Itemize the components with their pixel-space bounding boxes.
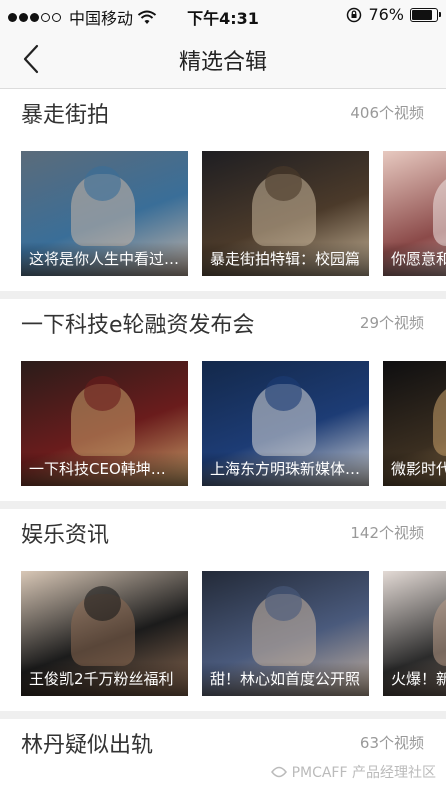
section-divider	[0, 291, 446, 299]
section-video-count: 29个视频	[359, 314, 424, 332]
page-title: 精选合辑	[178, 50, 267, 75]
video-caption: 上海东方明珠新媒体致辞	[202, 452, 369, 486]
collection-section: 一下科技e轮融资发布会 29个视频一下科技CEO韩坤发言 上海东方明珠新媒体致辞 微影…	[0, 299, 446, 501]
watermark: PMCAFF 产品经理社区	[270, 762, 436, 782]
section-divider	[0, 711, 446, 719]
section-header[interactable]: 林丹疑似出轨 63个视频	[0, 719, 446, 765]
video-caption: 王俊凯2千万粉丝福利	[21, 662, 188, 696]
battery-icon	[410, 7, 441, 22]
status-bar: 中国移动 下午4:31 76%	[0, 0, 446, 30]
battery-fill	[412, 9, 432, 20]
section-title: 娱乐资讯	[21, 523, 110, 548]
video-carousel[interactable]: 一下科技CEO韩坤发言上海东方明珠新媒体致辞微影时代CEO分享	[0, 361, 446, 486]
section-title: 一下科技e轮融资发布会	[21, 313, 255, 338]
pmcaff-logo-icon	[270, 766, 287, 778]
video-card[interactable]: 暴走街拍特辑：校园篇	[202, 151, 369, 276]
video-caption: 甜！林心如首度公开照	[202, 662, 369, 696]
video-card[interactable]: 你愿意和我在一起吗	[383, 151, 446, 276]
video-card[interactable]: 微影时代CEO分享	[383, 361, 446, 486]
section-video-count: 63个视频	[359, 734, 424, 752]
collection-section: 暴走街拍 406个视频这将是你人生中看过最甜的吻暴走街拍特辑：校园篇你愿意和我在一…	[0, 89, 446, 291]
watermark-text: PMCAFF 产品经理社区	[291, 765, 436, 781]
nav-bar: 精选合辑	[0, 30, 446, 89]
video-card[interactable]: 甜！林心如首度公开照	[202, 571, 369, 696]
video-caption: 火爆！新剧	[383, 662, 446, 696]
rotation-lock-icon	[347, 7, 362, 22]
section-header[interactable]: 娱乐资讯 142个视频	[0, 509, 446, 555]
section-header[interactable]: 一下科技e轮融资发布会 29个视频	[0, 299, 446, 345]
video-carousel[interactable]: 这将是你人生中看过最甜的吻暴走街拍特辑：校园篇你愿意和我在一起吗	[0, 151, 446, 276]
section-divider	[0, 501, 446, 509]
battery-percent: 76%	[368, 5, 404, 24]
section-title: 暴走街拍	[21, 103, 110, 128]
section-title: 林丹疑似出轨	[21, 733, 154, 758]
video-card[interactable]: 火爆！新剧	[383, 571, 446, 696]
video-card[interactable]: 一下科技CEO韩坤发言	[21, 361, 188, 486]
section-video-count: 142个视频	[350, 524, 424, 542]
video-caption: 你愿意和我在一起吗	[383, 242, 446, 276]
collections-feed[interactable]: 暴走街拍 406个视频这将是你人生中看过最甜的吻暴走街拍特辑：校园篇你愿意和我在一…	[0, 89, 446, 765]
video-card[interactable]: 这将是你人生中看过最甜的吻	[21, 151, 188, 276]
video-card[interactable]: 王俊凯2千万粉丝福利	[21, 571, 188, 696]
status-right: 76%	[346, 5, 441, 24]
video-caption: 一下科技CEO韩坤发言	[21, 452, 188, 486]
video-caption: 微影时代CEO分享	[383, 452, 446, 486]
collection-section: 娱乐资讯 142个视频王俊凯2千万粉丝福利甜！林心如首度公开照火爆！新剧	[0, 509, 446, 711]
section-video-count: 406个视频	[350, 104, 424, 122]
video-caption: 暴走街拍特辑：校园篇	[202, 242, 369, 276]
video-card[interactable]: 上海东方明珠新媒体致辞	[202, 361, 369, 486]
collection-section: 林丹疑似出轨 63个视频	[0, 719, 446, 765]
video-caption: 这将是你人生中看过最甜的吻	[21, 242, 188, 276]
section-header[interactable]: 暴走街拍 406个视频	[0, 89, 446, 135]
video-carousel[interactable]: 王俊凯2千万粉丝福利甜！林心如首度公开照火爆！新剧	[0, 571, 446, 696]
